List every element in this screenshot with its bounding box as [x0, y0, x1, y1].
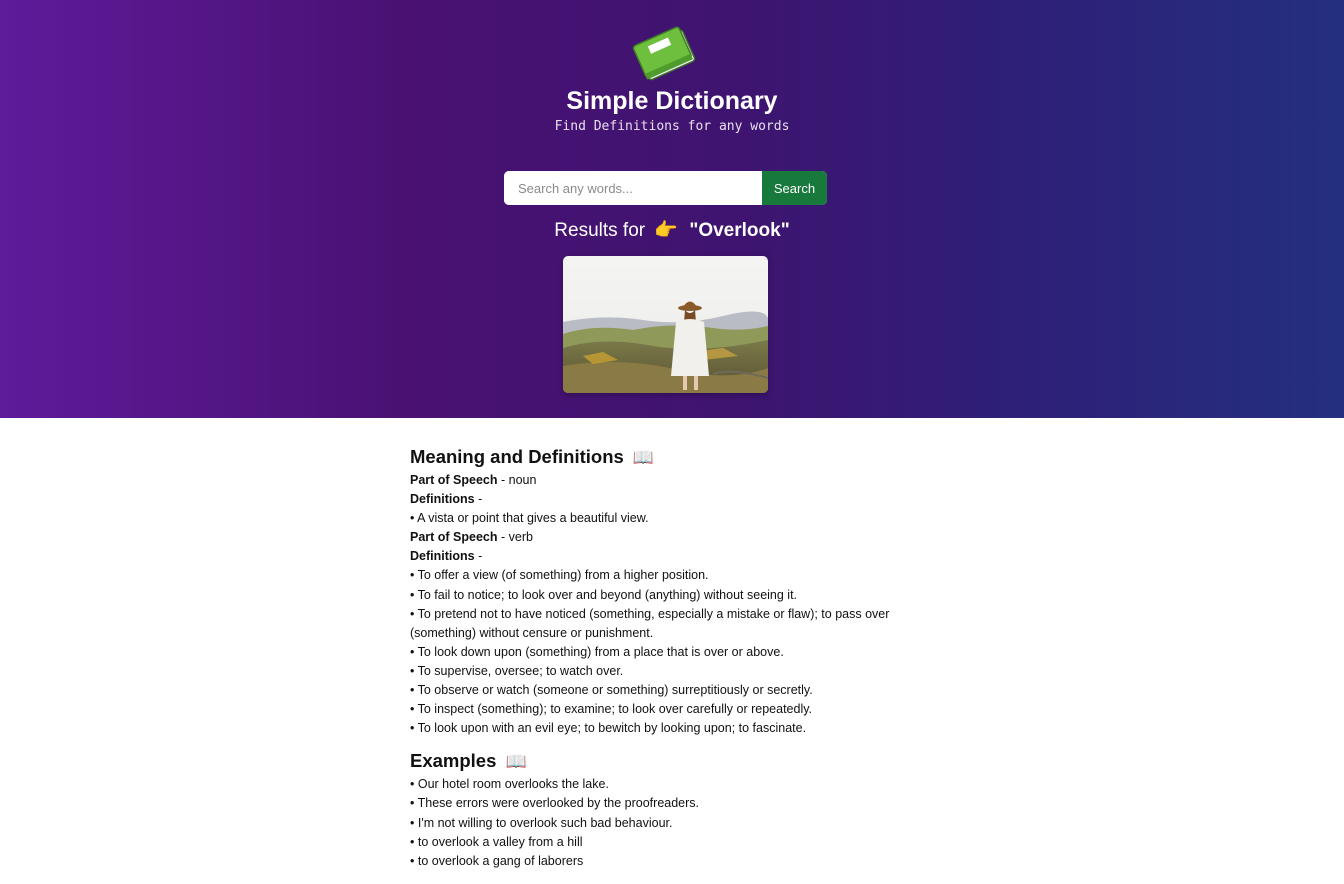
- app-title: Simple Dictionary: [566, 87, 778, 115]
- example-item: • Our hotel room overlooks the lake.: [410, 777, 609, 792]
- pos-group-verb: Part of Speech - verb Definitions - • To…: [410, 528, 930, 738]
- part-of-speech-label: Part of Speech: [410, 530, 498, 545]
- open-book-icon: 📖: [505, 752, 527, 772]
- definition-item: • To fail to notice; to look over and be…: [410, 587, 798, 602]
- results-prefix: Results for: [554, 220, 646, 241]
- examples-title-text: Examples: [410, 750, 497, 772]
- definition-item: • To inspect (something); to examine; to…: [410, 702, 813, 717]
- definition-item: • To look upon with an evil eye; to bewi…: [410, 721, 807, 736]
- open-book-icon: 📖: [632, 448, 655, 467]
- definitions-label-row: Definitions -: [410, 490, 930, 509]
- definition-item: • To look down upon (something) from a p…: [410, 644, 784, 659]
- meaning-section-title: Meaning and Definitions 📖: [410, 444, 930, 471]
- example-item: • to overlook a gang of laborers: [410, 853, 584, 868]
- header-hero: Simple Dictionary Find Definitions for a…: [0, 0, 1344, 418]
- definition-item: • To offer a view (of something) from a …: [410, 568, 709, 583]
- search-button[interactable]: Search: [762, 171, 827, 205]
- definitions-suffix: -: [478, 549, 483, 564]
- definition-item: • A vista or point that gives a beautifu…: [410, 511, 649, 526]
- pos-group-noun: Part of Speech - noun Definitions - • A …: [410, 471, 930, 528]
- definition-item: • To pretend not to have noticed (someth…: [410, 606, 890, 640]
- part-of-speech-row: Part of Speech - verb: [410, 528, 930, 547]
- pointing-hand-icon: 👉: [654, 220, 679, 241]
- definitions-label-row: Definitions -: [410, 547, 930, 566]
- results-heading: Results for 👉 "Overlook": [0, 218, 1344, 244]
- search-input[interactable]: [504, 171, 762, 205]
- part-of-speech-value: - noun: [501, 473, 537, 487]
- example-item: • I'm not willing to overlook such bad b…: [410, 815, 673, 830]
- definitions-label: Definitions: [410, 549, 475, 564]
- definition-content: Meaning and Definitions 📖 Part of Speech…: [410, 444, 930, 871]
- examples-section-title: Examples 📖: [410, 748, 930, 775]
- search-bar: Search: [504, 171, 827, 205]
- definitions-label: Definitions: [410, 492, 475, 507]
- part-of-speech-label: Part of Speech: [410, 473, 498, 487]
- part-of-speech-value: - verb: [501, 530, 533, 545]
- definitions-suffix: -: [478, 492, 483, 507]
- app-subtitle: Find Definitions for any words: [554, 119, 790, 134]
- meaning-title-text: Meaning and Definitions: [410, 446, 624, 467]
- definition-item: • To supervise, oversee; to watch over.: [410, 663, 624, 678]
- definition-item: • To observe or watch (someone or someth…: [410, 683, 813, 698]
- word-illustration-image: [563, 256, 768, 393]
- searched-word: "Overlook": [689, 220, 790, 241]
- part-of-speech-row: Part of Speech - noun: [410, 471, 930, 490]
- green-book-icon: [632, 26, 696, 81]
- example-item: • These errors were overlooked by the pr…: [410, 796, 700, 811]
- example-item: • to overlook a valley from a hill: [410, 834, 583, 849]
